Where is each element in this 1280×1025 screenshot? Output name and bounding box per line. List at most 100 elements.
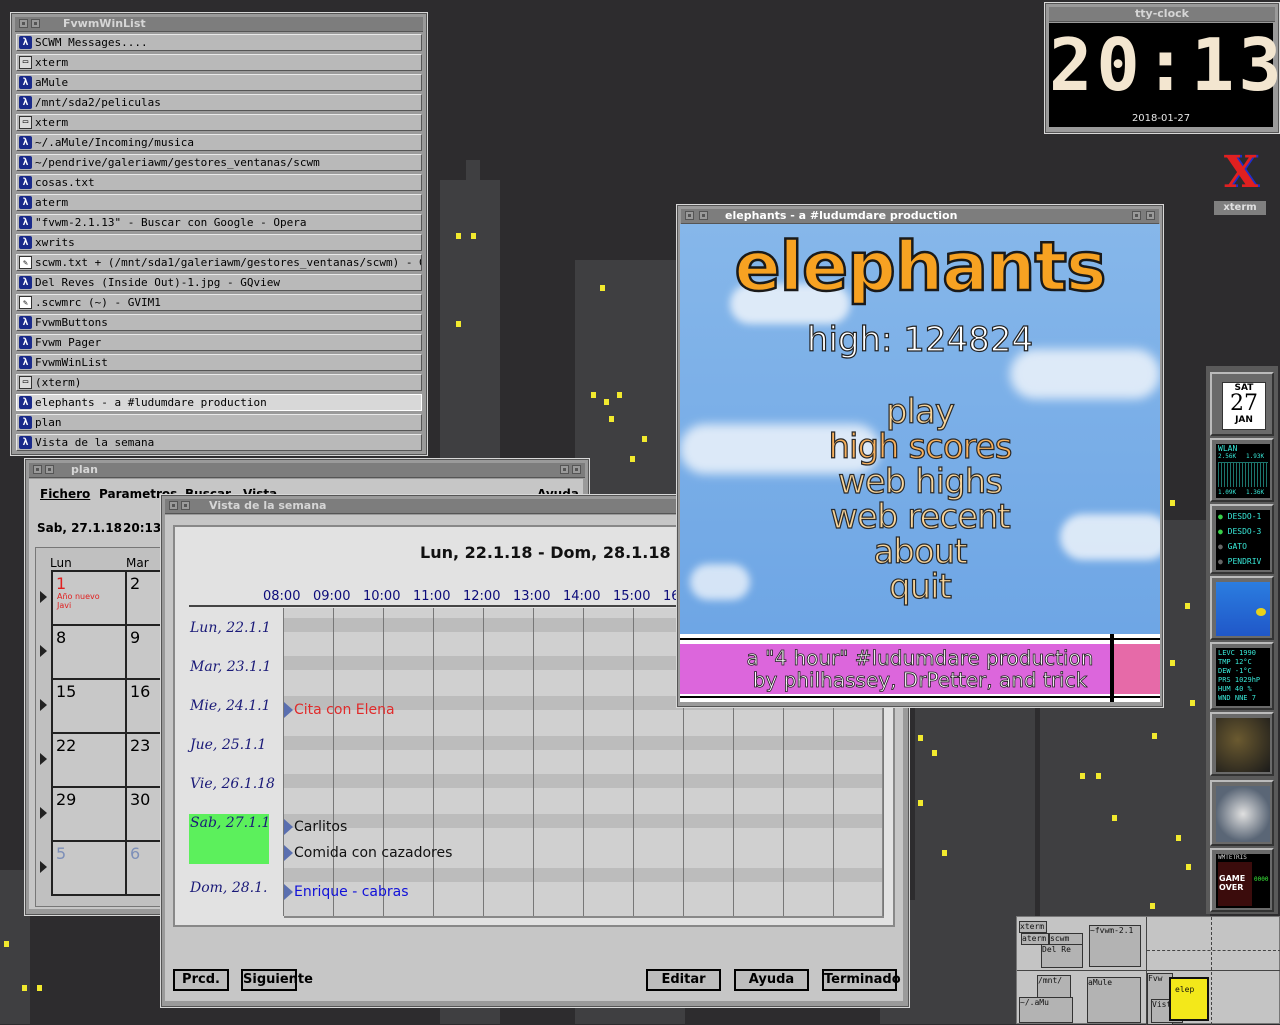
plan-maximize-button[interactable] <box>560 465 569 474</box>
calendar-day-cell[interactable]: 9 <box>125 624 160 680</box>
winlist-item[interactable]: ▭ xterm <box>16 114 422 131</box>
week-expand-arrow-icon[interactable] <box>40 645 47 657</box>
pager-window-current[interactable]: elep <box>1169 977 1209 1021</box>
week-expand-arrow-icon[interactable] <box>40 591 47 603</box>
xterm-desktop-icon[interactable]: X xterm <box>1212 150 1268 220</box>
pager-window-6[interactable]: /mnt/ <box>1037 975 1071 999</box>
done-button[interactable]: Terminado <box>822 969 901 991</box>
calendar-day-cell[interactable]: 8 <box>51 624 127 680</box>
hour-gridline <box>433 608 434 916</box>
drive-1[interactable]: ● DESDO-1 <box>1218 512 1261 521</box>
day-label: Lun, 22.1.1 <box>190 620 271 636</box>
winlist-menu-button[interactable] <box>19 19 28 28</box>
next-button[interactable]: Siguiente <box>241 969 313 991</box>
week-menu-button[interactable] <box>169 501 178 510</box>
dock-wmtetris[interactable]: WMTETRIS GAME OVER 0000 <box>1210 848 1274 912</box>
winlist-item[interactable]: λ cosas.txt <box>16 174 422 191</box>
calendar-day-cell[interactable]: 15 <box>51 678 127 734</box>
edit-button[interactable]: Editar <box>646 969 721 991</box>
winlist-item[interactable]: λ plan <box>16 414 422 431</box>
calendar-day-cell[interactable]: 5 <box>51 840 127 896</box>
menu-about[interactable]: about <box>680 531 1160 572</box>
winlist-item[interactable]: λ xwrits <box>16 234 422 251</box>
dock-calendar-app[interactable]: SAT 27 JAN <box>1210 372 1274 436</box>
pager-window-5[interactable]: ~fvwm-2.1 <box>1089 925 1141 967</box>
calendar-event[interactable]: Carlitos <box>284 819 347 835</box>
winlist-item[interactable]: λ Del Reves (Inside Out)-1.jpg - GQview <box>16 274 422 291</box>
plan-shade-button[interactable] <box>45 465 54 474</box>
menu-fichero[interactable]: Fichero <box>40 487 90 501</box>
week-expand-arrow-icon[interactable] <box>40 861 47 873</box>
winlist-item[interactable]: ✎ .scwmrc (~) - GVIM1 <box>16 294 422 311</box>
calendar-day-cell[interactable]: 30 <box>125 786 160 842</box>
dock-net-monitor[interactable]: WLAN 2.56K 1.93K 1.09K 1.36K <box>1210 438 1274 502</box>
calendar-day-cell[interactable]: 23 <box>125 732 160 788</box>
calendar-event[interactable]: Cita con Elena <box>284 702 395 718</box>
fvwm-pager[interactable]: xterm aterm scwm Del Re ~fvwm-2.1 /mnt/ … <box>1016 916 1280 1025</box>
winlist-item[interactable]: λ ~/pendrive/galeriawm/gestores_ventanas/… <box>16 154 422 171</box>
dock-image-app[interactable] <box>1210 712 1274 776</box>
winlist-item[interactable]: λ aterm <box>16 194 422 211</box>
previous-button[interactable]: Prcd. <box>173 969 229 991</box>
week-expand-arrow-icon[interactable] <box>40 753 47 765</box>
x-app-icon: λ <box>19 436 32 449</box>
pager-window-7[interactable]: ~/.aMu <box>1019 997 1073 1023</box>
pager-window-1[interactable]: xterm <box>1019 921 1047 933</box>
week-shade-button[interactable] <box>181 501 190 510</box>
winlist-shade-button[interactable] <box>31 19 40 28</box>
winlist-item[interactable]: λ SCWM Messages.... <box>16 34 422 51</box>
winlist-item[interactable]: λ "fvwm-2.1.13" - Buscar con Google - Ope… <box>16 214 422 231</box>
menu-web-recent[interactable]: web recent <box>680 496 1160 537</box>
tty-clock-titlebar[interactable]: tty-clock <box>1049 7 1275 22</box>
calendar-event[interactable]: Enrique - cabras <box>284 884 408 900</box>
menu-high-scores[interactable]: high scores <box>680 426 1160 467</box>
calendar-event[interactable]: Comida con cazadores <box>284 845 452 861</box>
calendar-day-cell[interactable]: 1 Año nuevo Javi <box>51 570 127 626</box>
plan-close-button[interactable] <box>572 465 581 474</box>
plan-menu-button[interactable] <box>33 465 42 474</box>
drive-4[interactable]: ● PENDRIV <box>1218 557 1261 566</box>
winlist-item[interactable]: λ aMule <box>16 74 422 91</box>
winlist-item[interactable]: ✎ scwm.txt + (/mnt/sda1/galeriawm/gestore… <box>16 254 422 271</box>
week-expand-arrow-icon[interactable] <box>40 807 47 819</box>
help-button[interactable]: Ayuda <box>734 969 809 991</box>
pager-window-4[interactable]: Del Re <box>1041 944 1083 968</box>
winlist-item-label: "fvwm-2.1.13" - Buscar con Google - Oper… <box>35 216 307 229</box>
calendar-day-cell[interactable]: 16 <box>125 678 160 734</box>
calendar-day-cell[interactable]: 22 <box>51 732 127 788</box>
dock-fish-app[interactable] <box>1210 576 1274 640</box>
tty-clock-window[interactable]: tty-clock 20:13 2018-01-27 <box>1044 2 1280 134</box>
winlist-item[interactable]: λ FvwmWinList <box>16 354 422 371</box>
hour-label: 09:00 <box>313 589 351 604</box>
elephants-titlebar[interactable]: elephants - a #ludumdare production <box>681 209 1159 224</box>
elephants-close-button[interactable] <box>1146 211 1155 220</box>
winlist-titlebar[interactable]: FvwmWinList <box>15 17 423 32</box>
pager-window-8[interactable]: aMule <box>1087 977 1141 1023</box>
drive-2[interactable]: ● DESDO-3 <box>1218 527 1261 536</box>
calendar-day-cell[interactable]: 6 <box>125 840 160 896</box>
hour-gridline <box>483 608 484 916</box>
elephants-shade-button[interactable] <box>699 211 708 220</box>
winlist-item[interactable]: ▭ xterm <box>16 54 422 71</box>
drive-3[interactable]: ● GATO <box>1218 542 1247 551</box>
winlist-item[interactable]: ▭ (xterm) <box>16 374 422 391</box>
dock-mount-app[interactable]: ● DESDO-1 ● DESDO-3 ● GATO ● PENDRIV <box>1210 504 1274 574</box>
elephants-maximize-button[interactable] <box>1132 211 1141 220</box>
week-expand-arrow-icon[interactable] <box>40 699 47 711</box>
winlist-item[interactable]: λ ~/.aMule/Incoming/musica <box>16 134 422 151</box>
winlist-item[interactable]: λ Fvwm Pager <box>16 334 422 351</box>
menu-quit[interactable]: quit <box>680 566 1160 607</box>
plan-titlebar[interactable]: plan <box>29 463 585 478</box>
calendar-day-cell[interactable]: 2 <box>125 570 160 626</box>
calendar-day-number: 6 <box>130 844 141 863</box>
elephants-menu-button[interactable] <box>685 211 694 220</box>
winlist-item[interactable]: λ Vista de la semana <box>16 434 422 451</box>
winlist-item[interactable]: λ elephants - a #ludumdare production <box>16 394 422 411</box>
dock-weather-app[interactable]: LEVC 1990 TMP 12°C DEW -1°C PRS 1029hP H… <box>1210 642 1274 710</box>
dock-cat-picture[interactable] <box>1210 780 1274 846</box>
menu-web-highs[interactable]: web highs <box>680 461 1160 502</box>
winlist-item[interactable]: λ FvwmButtons <box>16 314 422 331</box>
calendar-day-cell[interactable]: 29 <box>51 786 127 842</box>
menu-play[interactable]: play <box>680 391 1160 432</box>
winlist-item[interactable]: λ/mnt/sda2/peliculas <box>16 94 422 111</box>
